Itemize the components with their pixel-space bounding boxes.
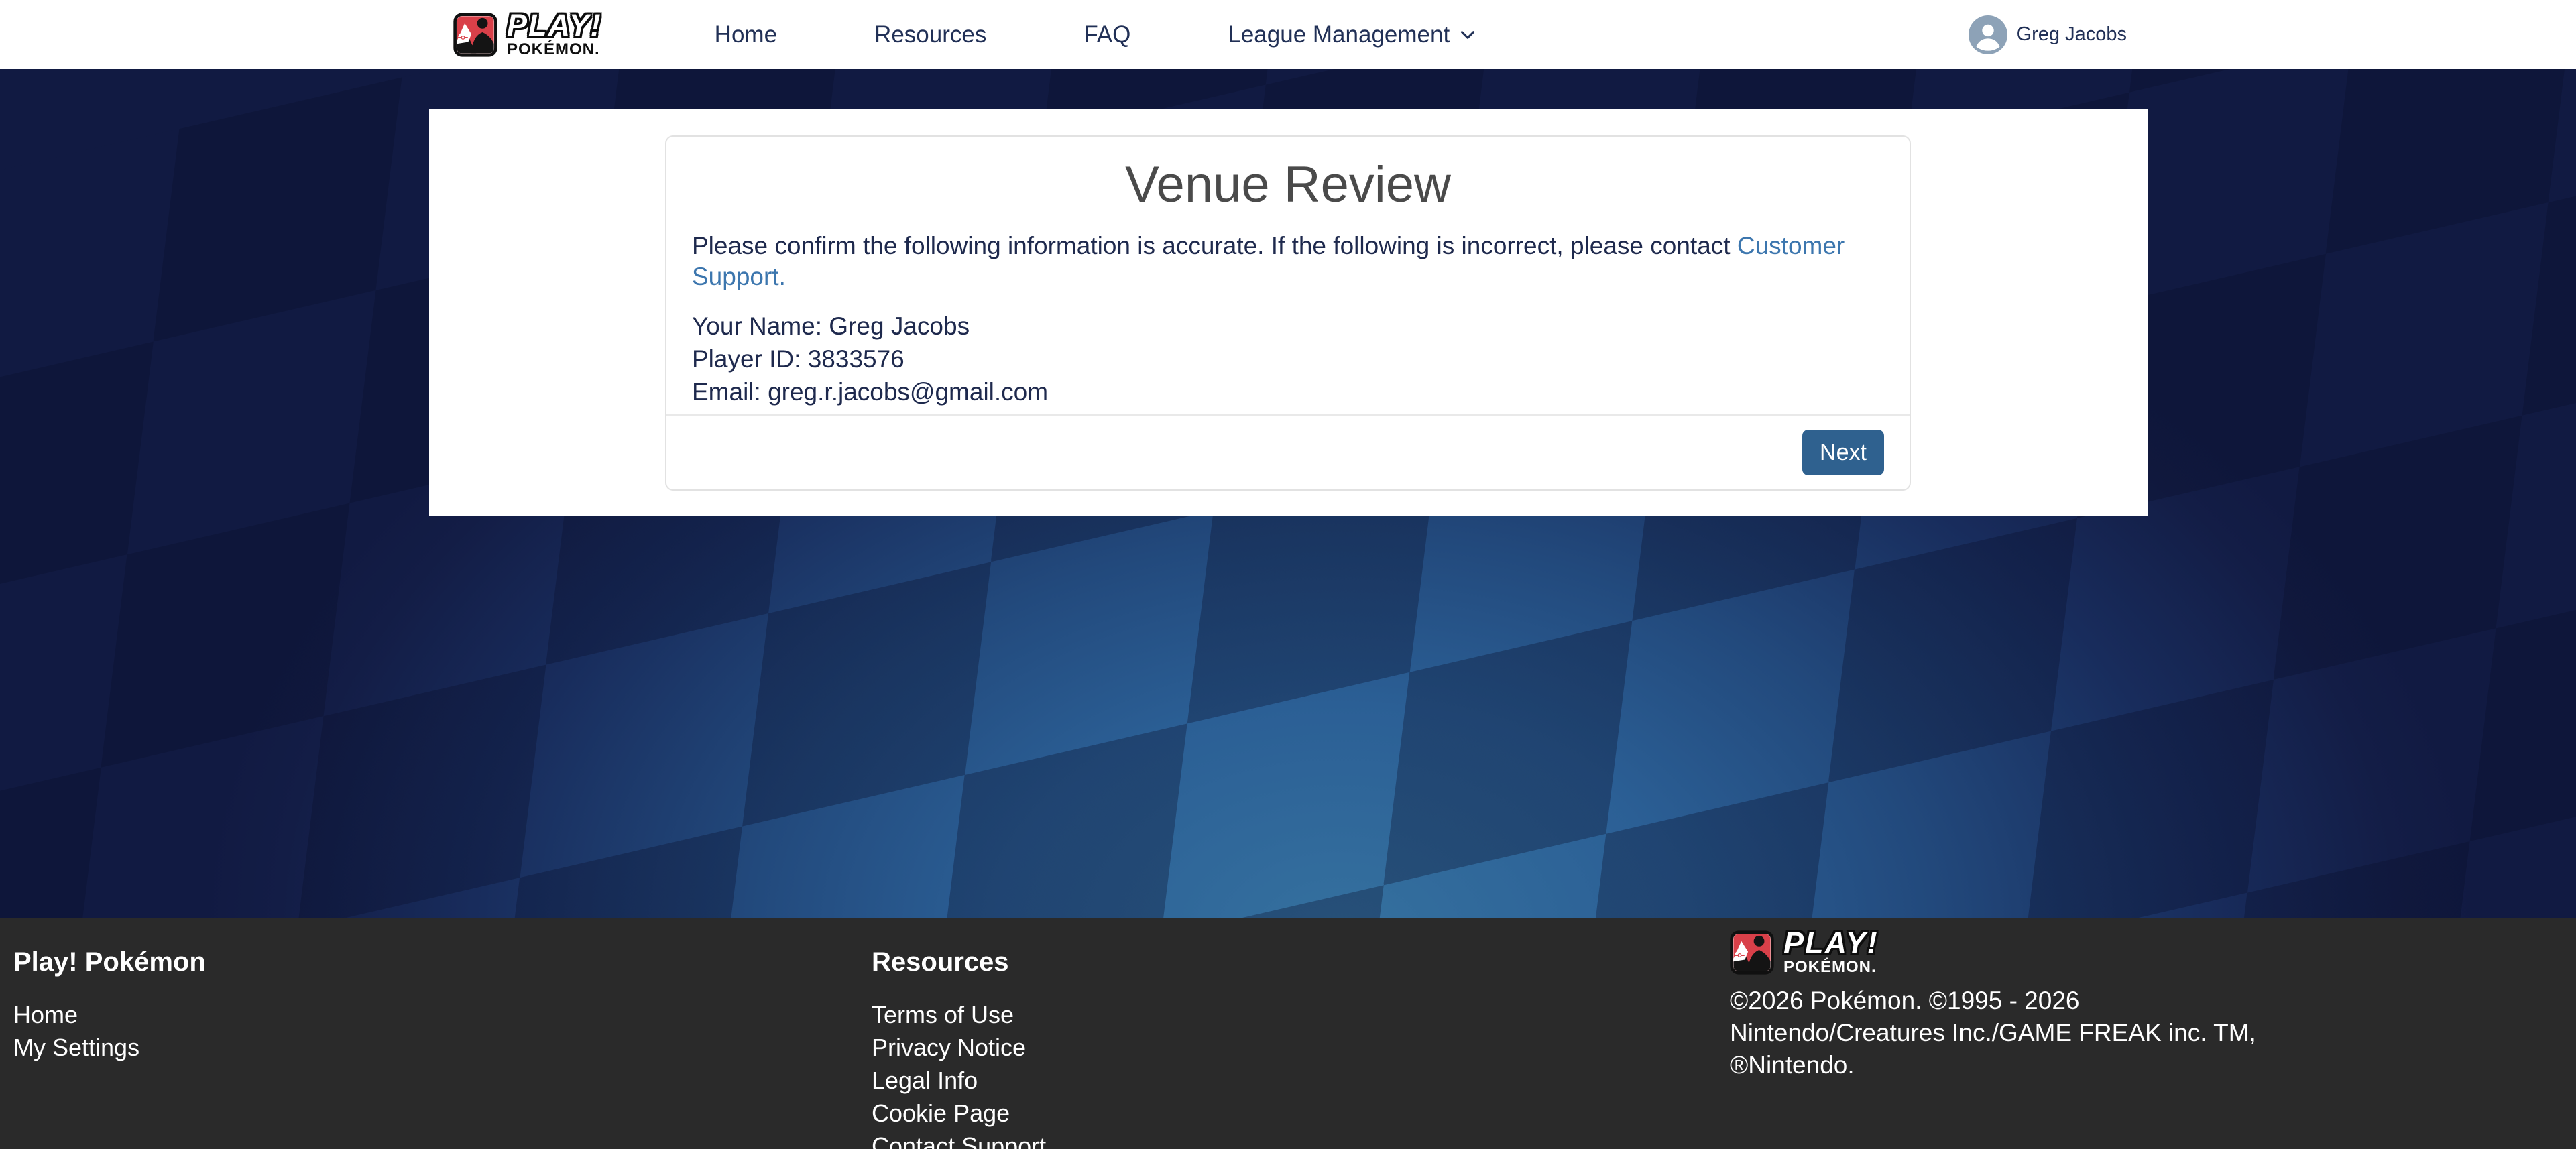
footer-link-privacy-notice[interactable]: Privacy Notice	[872, 1031, 1026, 1064]
card-body: Venue Review Please confirm the followin…	[666, 137, 1910, 414]
logo-play-text: PLAY!	[507, 12, 602, 39]
copyright-text: ©2026 Pokémon. ©1995 - 2026 Nintendo/Cre…	[1730, 985, 2256, 1081]
footer-legal-column: PLAY! POKÉMON. ©2026 Pokémon. ©1995 - 20…	[1730, 930, 2256, 1149]
intro-text: Please confirm the following information…	[692, 231, 1884, 292]
footer-logo-wordmark: PLAY! POKÉMON.	[1783, 930, 1879, 975]
nav-league-management-label: League Management	[1228, 21, 1450, 48]
nav-home[interactable]: Home	[715, 21, 777, 48]
site-logo[interactable]: PLAY! POKÉMON.	[453, 12, 602, 58]
nav-league-management[interactable]: League Management	[1228, 21, 1479, 48]
user-name: Greg Jacobs	[2017, 23, 2127, 46]
page-background: Venue Review Please confirm the followin…	[0, 69, 2576, 918]
footer-link-contact-support[interactable]: Contact Support	[872, 1130, 1046, 1149]
play-pokemon-badge-icon	[1730, 930, 1774, 975]
footer-link-cookie-page[interactable]: Cookie Page	[872, 1097, 1010, 1130]
intro-suffix: .	[779, 263, 786, 290]
footer-resources-column: Resources Terms of Use Privacy Notice Le…	[872, 930, 1730, 1149]
footer-brand-heading: Play! Pokémon	[13, 946, 206, 978]
main-nav: Home Resources FAQ League Management	[715, 21, 1480, 48]
user-avatar-icon	[1969, 15, 2007, 54]
nav-faq[interactable]: FAQ	[1084, 21, 1130, 48]
site-footer: Play! Pokémon Home My Settings Resources…	[0, 918, 2576, 1149]
venue-review-card: Venue Review Please confirm the followin…	[665, 135, 1911, 491]
copyright-line: ®Nintendo.	[1730, 1049, 2256, 1081]
footer-logo-play-text: PLAY!	[1783, 930, 1879, 957]
footer-link-legal-info[interactable]: Legal Info	[872, 1064, 978, 1097]
copyright-line: Nintendo/Creatures Inc./GAME FREAK inc. …	[1730, 1017, 2256, 1049]
footer-brand-column: Play! Pokémon Home My Settings	[13, 930, 872, 1149]
footer-link-my-settings[interactable]: My Settings	[13, 1031, 139, 1064]
user-menu[interactable]: Greg Jacobs	[1969, 15, 2127, 54]
nav-resources[interactable]: Resources	[874, 21, 986, 48]
footer-logo-pokemon-text: POKÉMON.	[1783, 959, 1877, 975]
content-panel: Venue Review Please confirm the followin…	[429, 109, 2148, 516]
top-nav: PLAY! POKÉMON. Home Resources FAQ League…	[0, 0, 2576, 69]
copyright-line: ©2026 Pokémon. ©1995 - 2026	[1730, 985, 2256, 1017]
footer-resources-heading: Resources	[872, 946, 1009, 978]
logo-pokemon-text: POKÉMON.	[507, 42, 600, 58]
player-info: Your Name: Greg Jacobs Player ID: 383357…	[692, 310, 1884, 408]
chevron-down-icon	[1456, 23, 1479, 46]
footer-link-home[interactable]: Home	[13, 998, 78, 1031]
play-pokemon-badge-icon	[453, 13, 497, 57]
footer-logo: PLAY! POKÉMON.	[1730, 930, 1879, 975]
card-footer: Next	[666, 414, 1910, 489]
info-player-id: Player ID: 3833576	[692, 343, 1884, 375]
next-button[interactable]: Next	[1802, 430, 1884, 475]
page-title: Venue Review	[692, 154, 1884, 216]
info-email: Email: greg.r.jacobs@gmail.com	[692, 375, 1884, 408]
logo-wordmark: PLAY! POKÉMON.	[507, 12, 602, 58]
info-your-name: Your Name: Greg Jacobs	[692, 310, 1884, 343]
footer-link-terms-of-use[interactable]: Terms of Use	[872, 998, 1014, 1031]
intro-prefix: Please confirm the following information…	[692, 232, 1737, 259]
